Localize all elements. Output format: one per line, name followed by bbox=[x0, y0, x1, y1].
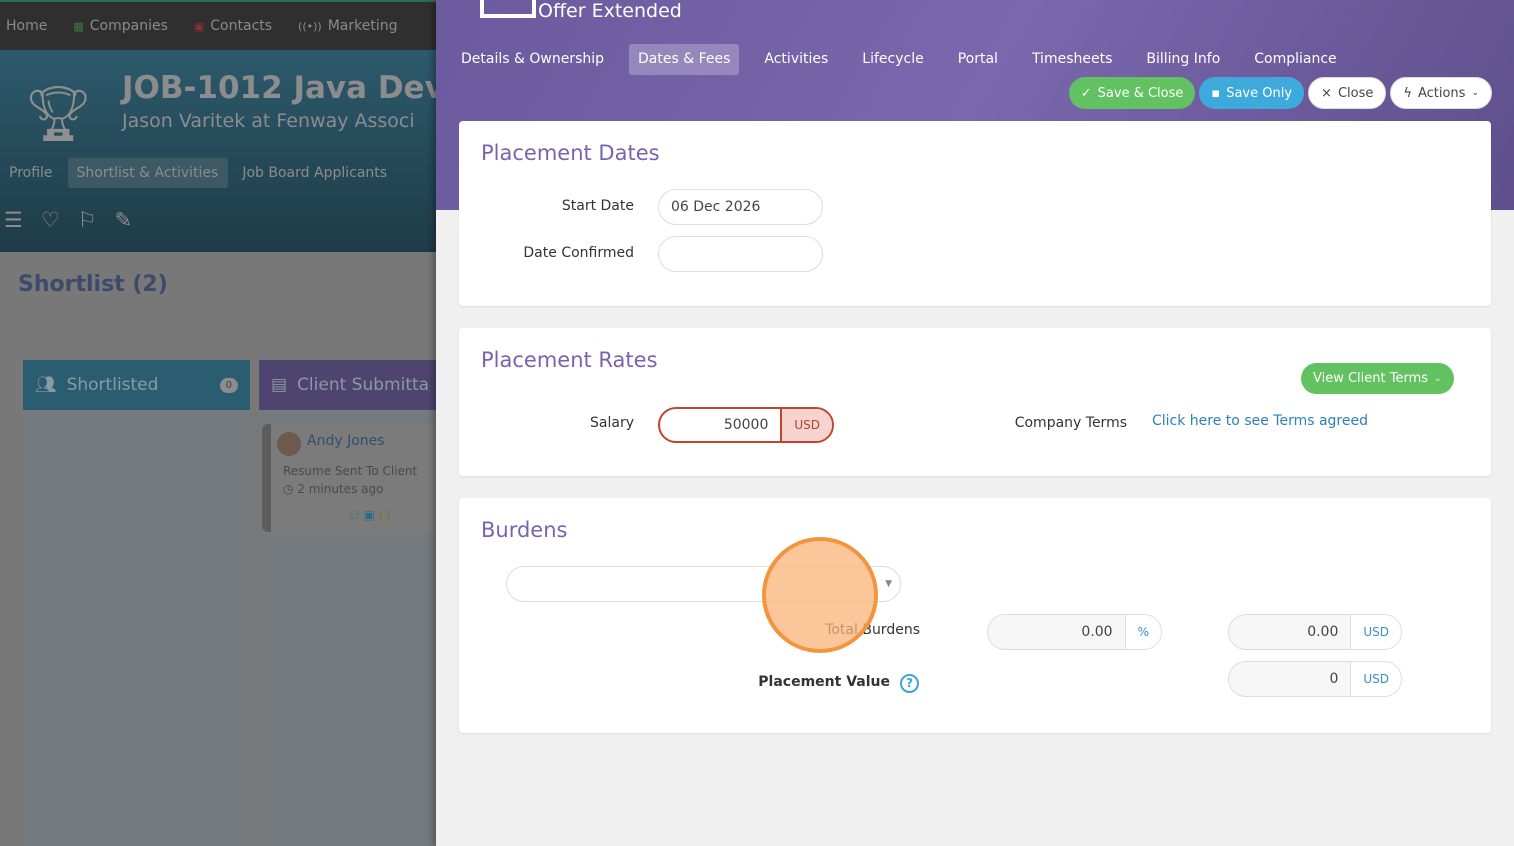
broadcast-icon: ((•)) bbox=[298, 20, 322, 33]
save-only-button[interactable]: ▪ Save Only bbox=[1199, 77, 1305, 109]
building-icon: ▦ bbox=[73, 20, 84, 33]
salary-input[interactable]: 50000 USD bbox=[658, 407, 834, 443]
unit-addon: % bbox=[1124, 615, 1161, 649]
placement-value-label: Placement Value bbox=[758, 674, 890, 690]
button-label: Actions bbox=[1417, 85, 1466, 101]
clock-icon: ◷ bbox=[283, 482, 298, 496]
trophy-icon: 🏆︎ bbox=[24, 82, 93, 145]
user-icon[interactable]: ⚇ bbox=[349, 508, 360, 522]
nav-label: Contacts bbox=[210, 18, 273, 34]
candidate-name[interactable]: Andy Jones bbox=[307, 433, 385, 449]
briefcase-icon[interactable]: ▣ bbox=[364, 508, 375, 522]
section-title: Burdens bbox=[481, 518, 568, 542]
chevron-down-icon: ⌄ bbox=[1434, 373, 1442, 384]
unit-addon: USD bbox=[1350, 662, 1401, 696]
chevron-down-icon: ⌄ bbox=[1471, 88, 1479, 98]
placement-status: Offer Extended bbox=[538, 0, 682, 22]
tab-profile[interactable]: Profile bbox=[0, 158, 63, 188]
placement-rates-card: Placement Rates View Client Terms ⌄ Salar… bbox=[459, 328, 1491, 476]
salary-value: 50000 bbox=[723, 417, 769, 433]
caret-down-icon: ▼ bbox=[885, 579, 892, 589]
help-icon[interactable]: ? bbox=[900, 674, 919, 693]
tab-billing-info[interactable]: Billing Info bbox=[1137, 44, 1229, 75]
nav-label: Marketing bbox=[327, 18, 398, 34]
placement-dates-card: Placement Dates Start Date 06 Dec 2026 D… bbox=[459, 121, 1491, 306]
currency-addon: USD bbox=[780, 409, 832, 441]
floppy-icon: ▪ bbox=[1211, 85, 1221, 101]
value: 0 bbox=[1329, 671, 1339, 687]
button-label: View Client Terms bbox=[1313, 371, 1429, 386]
contact-icon: ▣ bbox=[193, 20, 205, 33]
terms-link[interactable]: Click here to see Terms agreed bbox=[1152, 413, 1368, 429]
nav-contacts[interactable]: ▣ Contacts bbox=[194, 18, 272, 34]
tab-lifecycle[interactable]: Lifecycle bbox=[853, 44, 932, 75]
salary-label: Salary bbox=[590, 415, 634, 431]
indent-icon[interactable]: ☰ bbox=[4, 208, 23, 232]
candidate-time: 2 minutes ago bbox=[297, 482, 384, 496]
nav-label: Companies bbox=[89, 18, 168, 34]
burden-percent-input[interactable]: 0.00% bbox=[987, 614, 1162, 650]
actions-button[interactable]: ϟ Actions ⌄ bbox=[1390, 77, 1492, 109]
bolt-icon: ϟ bbox=[1403, 85, 1412, 101]
button-label: Save & Close bbox=[1097, 85, 1184, 101]
nav-companies[interactable]: ▦ Companies bbox=[73, 18, 168, 34]
shortlist-title: Shortlist (2) bbox=[18, 272, 168, 297]
placement-panel: Offer Extended Details & Ownership Dates… bbox=[436, 0, 1514, 846]
tab-activities[interactable]: Activities bbox=[755, 44, 837, 75]
start-date-label: Start Date bbox=[561, 198, 634, 214]
click-indicator bbox=[762, 537, 878, 653]
tab-dates-fees[interactable]: Dates & Fees bbox=[629, 44, 740, 75]
tab-timesheets[interactable]: Timesheets bbox=[1023, 44, 1121, 75]
pin-icon[interactable]: ✎ bbox=[114, 208, 132, 232]
case-icon[interactable]: ▢ bbox=[379, 508, 390, 522]
check-icon: ✓ bbox=[1080, 85, 1092, 101]
job-subtitle: Jason Varitek at Fenway Associ bbox=[122, 110, 415, 132]
date-confirmed-input[interactable] bbox=[658, 236, 823, 272]
unit-addon: USD bbox=[1350, 615, 1401, 649]
section-title: Placement Dates bbox=[481, 141, 660, 165]
flag-icon[interactable]: ⚐ bbox=[78, 208, 97, 232]
burdens-card: Burdens ▼ Total Burdens 0.00% 0.00 USD Pl… bbox=[459, 498, 1491, 733]
view-client-terms-button[interactable]: View Client Terms ⌄ bbox=[1301, 363, 1454, 394]
section-title: Placement Rates bbox=[481, 348, 658, 372]
tab-job-board-applicants[interactable]: Job Board Applicants bbox=[233, 158, 397, 188]
column-shortlisted: 👥︎ Shortlisted 0 bbox=[23, 360, 250, 846]
column-label: Client Submitta bbox=[297, 375, 430, 395]
users-icon: 👥︎ bbox=[35, 375, 57, 395]
top-nav: Home ▦ Companies ▣ Contacts ((•)) Marketing bbox=[0, 0, 436, 50]
count-badge: 0 bbox=[219, 377, 238, 393]
job-header: 🏆︎ JOB-1012 Java Deve Jason Varitek at F… bbox=[0, 50, 436, 252]
column-client-submittal: ▤ Client Submitta Andy Jones Resume Sent … bbox=[259, 360, 436, 846]
candidate-status: Resume Sent To Client bbox=[283, 464, 418, 478]
document-icon: ▤ bbox=[271, 375, 288, 395]
tab-portal[interactable]: Portal bbox=[949, 44, 1007, 75]
tab-compliance[interactable]: Compliance bbox=[1245, 44, 1345, 75]
close-icon: × bbox=[1321, 85, 1332, 101]
tab-shortlist-activities[interactable]: Shortlist & Activities bbox=[67, 158, 229, 188]
avatar bbox=[277, 432, 301, 456]
tab-details-ownership[interactable]: Details & Ownership bbox=[452, 44, 613, 75]
burden-usd-input[interactable]: 0.00 USD bbox=[1228, 614, 1402, 650]
save-close-button[interactable]: ✓ Save & Close bbox=[1068, 77, 1196, 109]
button-label: Close bbox=[1337, 85, 1374, 101]
start-date-input[interactable]: 06 Dec 2026 bbox=[658, 189, 823, 225]
close-button[interactable]: × Close bbox=[1308, 77, 1387, 109]
nav-home[interactable]: Home bbox=[6, 18, 47, 34]
company-terms-label: Company Terms bbox=[1014, 415, 1127, 431]
status-icon bbox=[480, 0, 536, 18]
placement-value-input[interactable]: 0 USD bbox=[1228, 661, 1402, 697]
background-job-page: Home ▦ Companies ▣ Contacts ((•)) Marketing… bbox=[0, 0, 436, 846]
button-label: Save Only bbox=[1226, 85, 1293, 101]
heart-icon[interactable]: ♡ bbox=[41, 208, 60, 232]
date-confirmed-label: Date Confirmed bbox=[523, 245, 634, 261]
nav-marketing[interactable]: ((•)) Marketing bbox=[298, 18, 397, 34]
job-title: JOB-1012 Java Deve bbox=[122, 70, 436, 106]
column-label: Shortlisted bbox=[66, 375, 159, 395]
value: 0.00 bbox=[1307, 624, 1339, 640]
value: 0.00 bbox=[1081, 624, 1113, 640]
candidate-card[interactable]: Andy Jones Resume Sent To Client ◷ 2 min… bbox=[262, 424, 436, 532]
